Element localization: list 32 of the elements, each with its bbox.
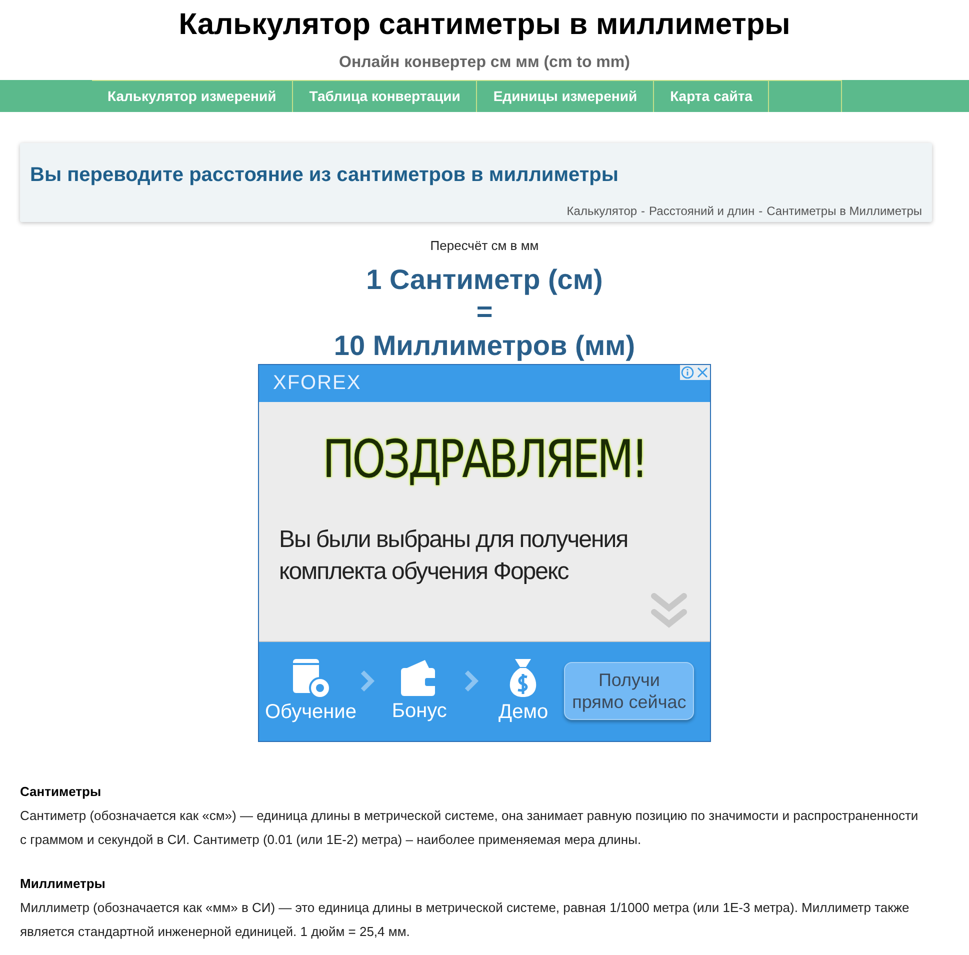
- nav-link[interactable]: Карта сайта: [654, 81, 770, 112]
- ad-banner[interactable]: XFOREX ПОЗДРАВЛЯЕМ! Вы были выбраны для получения комплекта обучения Форекс Обучение Бонус Демо Получи прямо сейчас: [258, 364, 711, 742]
- nav-link[interactable]: Единицы измерений: [477, 81, 654, 112]
- ad-headline: ПОЗДРАВЛЯЕМ!: [322, 430, 646, 490]
- breadcrumb-link[interactable]: Калькулятор: [566, 202, 638, 220]
- breadcrumb-separator: -: [641, 203, 646, 220]
- ad-brand: XFOREX: [273, 371, 362, 396]
- section-title: Сантиметры: [20, 782, 102, 801]
- result-equals: =: [476, 296, 493, 328]
- nav-link[interactable]: Таблица конвертации: [293, 81, 478, 112]
- breadcrumb-link[interactable]: Расстояний и длин: [649, 202, 755, 220]
- info-icon[interactable]: [680, 364, 695, 380]
- close-icon[interactable]: [695, 364, 710, 380]
- section-text: Сантиметр (обозначается как «см») — единица длины в метрической системе, она занимает равную позицию по значимости и распространенности с граммом и секундой в СИ. Сантиметр (0.01 (или 1E-2) метра) – наиболее применяемая мера длины.: [20, 806, 920, 849]
- ad-step-label: Демо: [498, 700, 548, 725]
- ad-step-label: Обучение: [265, 700, 356, 725]
- book-icon: [290, 657, 331, 699]
- page-title: Калькулятор сантиметры в миллиметры: [178, 7, 790, 43]
- result-caption: Пересчёт см в мм: [430, 237, 539, 255]
- ad-step-label: Бонус: [392, 699, 447, 724]
- nav-link[interactable]: Калькулятор измерений: [92, 81, 294, 112]
- ad-text-line: комплекта обучения Форекс: [279, 556, 570, 586]
- section-text: Миллиметр (обозначается как «мм» в СИ) — это единица длины в метрической системе, равная 1/1000 метра (или 1E-3 метра). Миллиметр также является стандартной инженерной единицей. 1 дюйм = 25,4 мм.: [20, 898, 910, 941]
- result-to: 10 Миллиметров (мм): [334, 328, 636, 363]
- ad-text-line: Вы были выбраны для получения: [279, 524, 629, 554]
- result-from: 1 Сантиметр (см): [366, 264, 603, 296]
- breadcrumb-link[interactable]: Сантиметры в Миллиметры: [766, 202, 922, 220]
- cta-button[interactable]: Получи прямо сейчас: [564, 662, 694, 720]
- page-subtitle: Онлайн конвертер см мм (cm to mm): [339, 53, 630, 73]
- breadcrumb-separator: -: [758, 203, 763, 220]
- section-title: Миллиметры: [20, 874, 106, 893]
- intro-heading: Вы переводите расстояние из сантиметров в миллиметры: [30, 163, 620, 187]
